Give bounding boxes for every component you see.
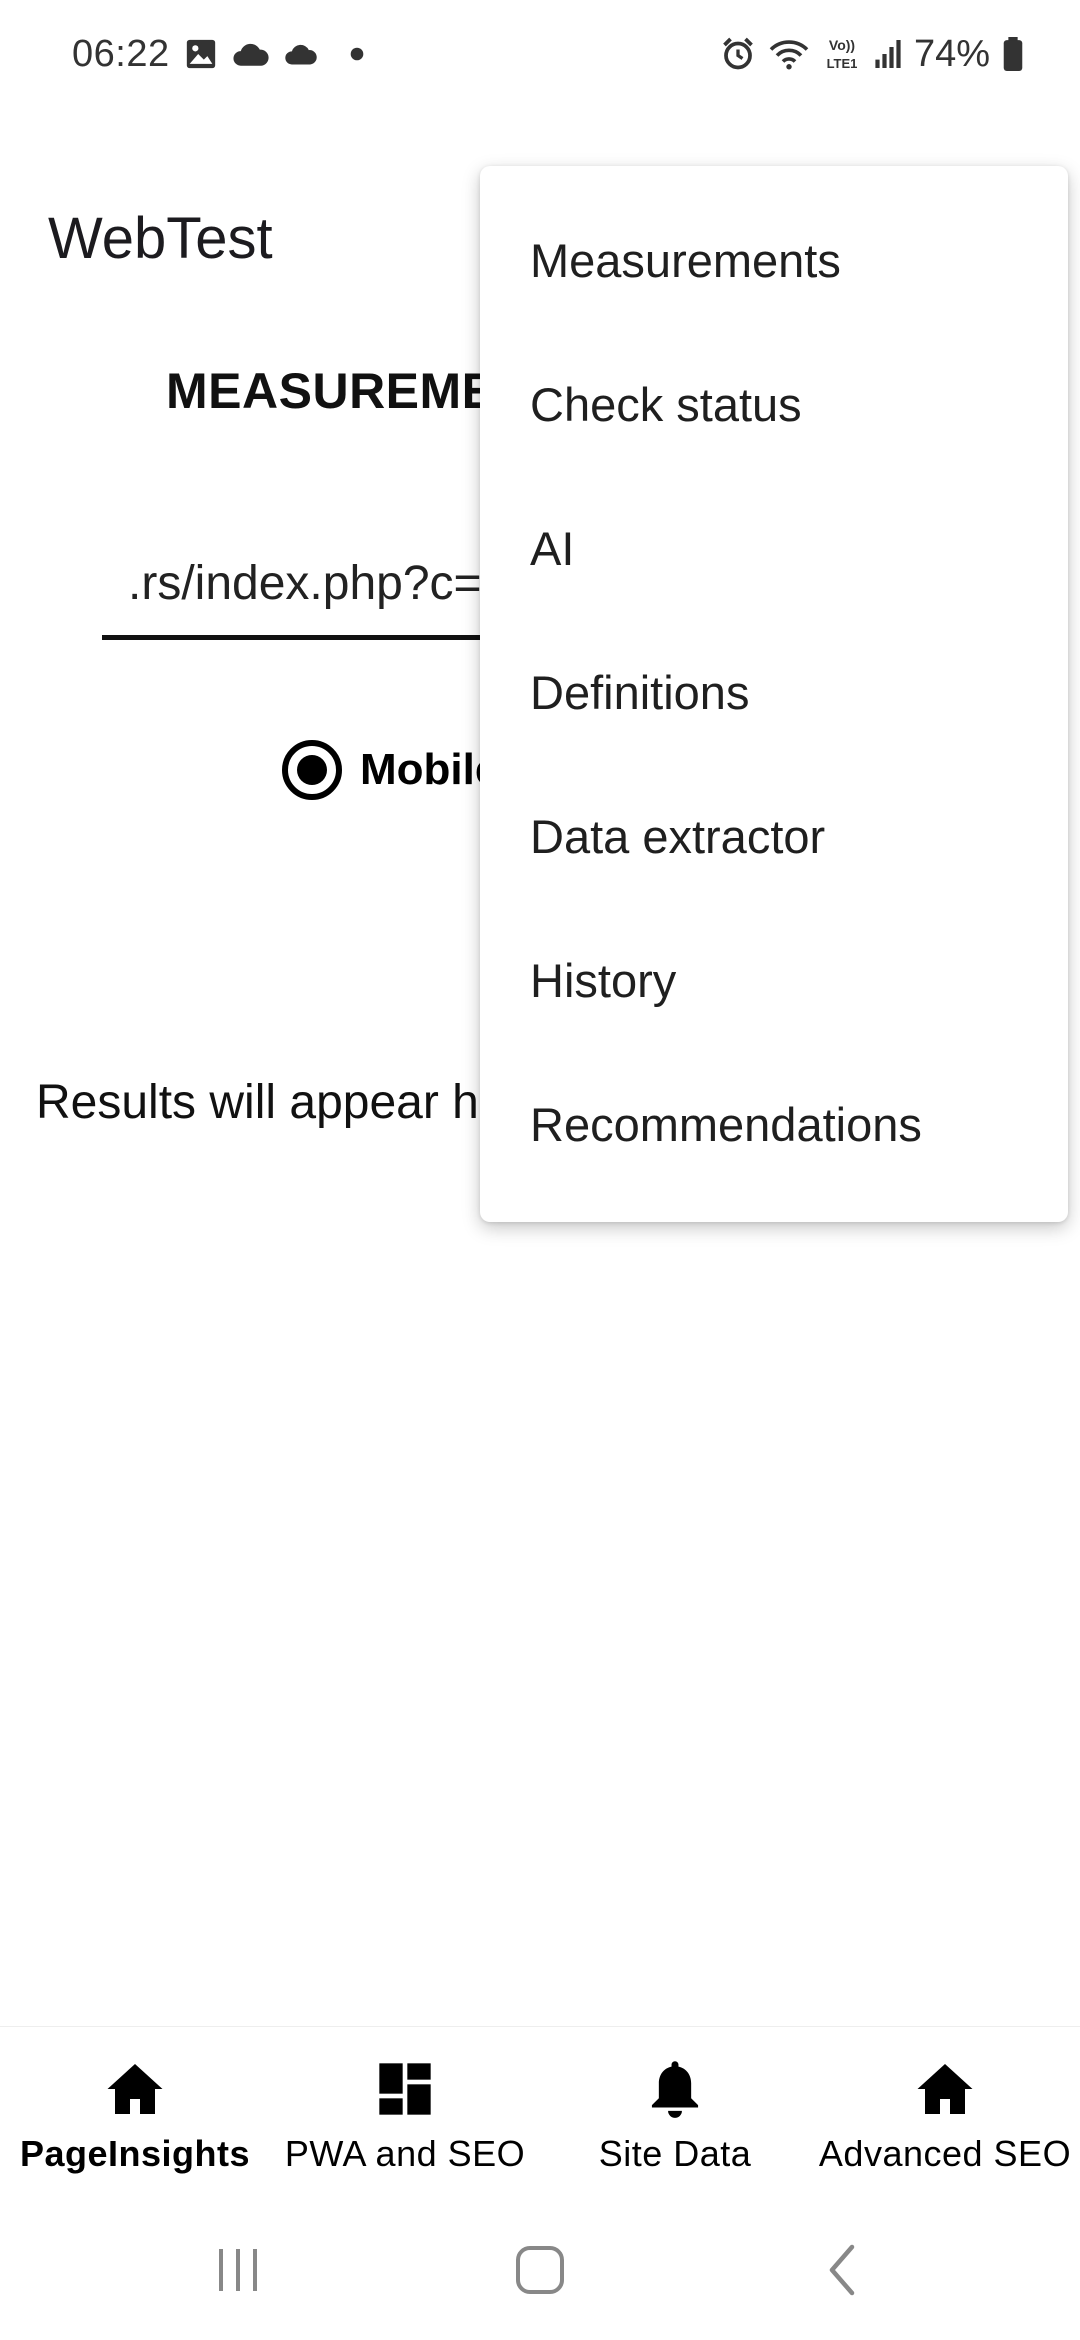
url-input-value: .rs/index.php?c= [128,557,482,610]
dashboard-icon [377,2057,433,2121]
svg-text:LTE1: LTE1 [827,56,858,71]
home-button-icon[interactable] [500,2238,580,2302]
radio-mobile-label: Mobile [360,745,500,794]
bottom-navigation: PageInsights PWA and SEO Site Data Advan… [0,2026,1080,2196]
nav-item-pageinsights[interactable]: PageInsights [0,2027,270,2197]
bell-icon [649,2057,701,2121]
menu-item-recommendations[interactable]: Recommendations [480,1052,1068,1196]
radio-mobile[interactable]: Mobile [282,740,499,800]
svg-text:Vo)): Vo)) [829,37,855,53]
menu-item-definitions[interactable]: Definitions [480,620,1068,764]
signal-icon [874,38,902,70]
wifi-icon [768,37,810,71]
app-title: WebTest [48,206,273,271]
battery-percent: 74% [913,32,990,75]
home-icon [105,2057,165,2121]
back-icon[interactable] [802,2238,882,2302]
system-navigation-bar [0,2196,1080,2340]
recents-icon[interactable] [198,2238,278,2302]
nav-label: PageInsights [19,2133,251,2174]
menu-item-check-status[interactable]: Check status [480,332,1068,476]
nav-label: Advanced SEO [818,2133,1072,2174]
radio-selected-dot [297,755,327,785]
nav-item-advanced-seo[interactable]: Advanced SEO [810,2027,1080,2197]
radio-button[interactable] [282,740,342,800]
cloud-icon [232,39,270,69]
overflow-menu: Measurements Check status AI Definitions… [480,166,1068,1222]
home-icon [915,2057,975,2121]
battery-icon [1002,37,1024,71]
image-icon [184,37,218,71]
cloud-icon [284,40,318,68]
menu-item-data-extractor[interactable]: Data extractor [480,764,1068,908]
menu-item-measurements[interactable]: Measurements [480,188,1068,332]
nav-item-pwa-and-seo[interactable]: PWA and SEO [270,2027,540,2197]
status-bar: 06:22 Vo)) LTE1 74% [0,0,1080,110]
nav-label: Site Data [598,2133,752,2174]
nav-item-site-data[interactable]: Site Data [540,2027,810,2197]
status-left: 06:22 [72,28,364,80]
volte-icon: Vo)) LTE1 [822,35,862,73]
status-time: 06:22 [72,32,170,75]
alarm-icon [720,36,756,72]
status-right: Vo)) LTE1 74% [720,28,1024,80]
results-placeholder: Results will appear here [36,1076,549,1129]
menu-item-ai[interactable]: AI [480,476,1068,620]
menu-item-history[interactable]: History [480,908,1068,1052]
nav-label: PWA and SEO [284,2133,526,2174]
dot-icon [350,47,364,61]
